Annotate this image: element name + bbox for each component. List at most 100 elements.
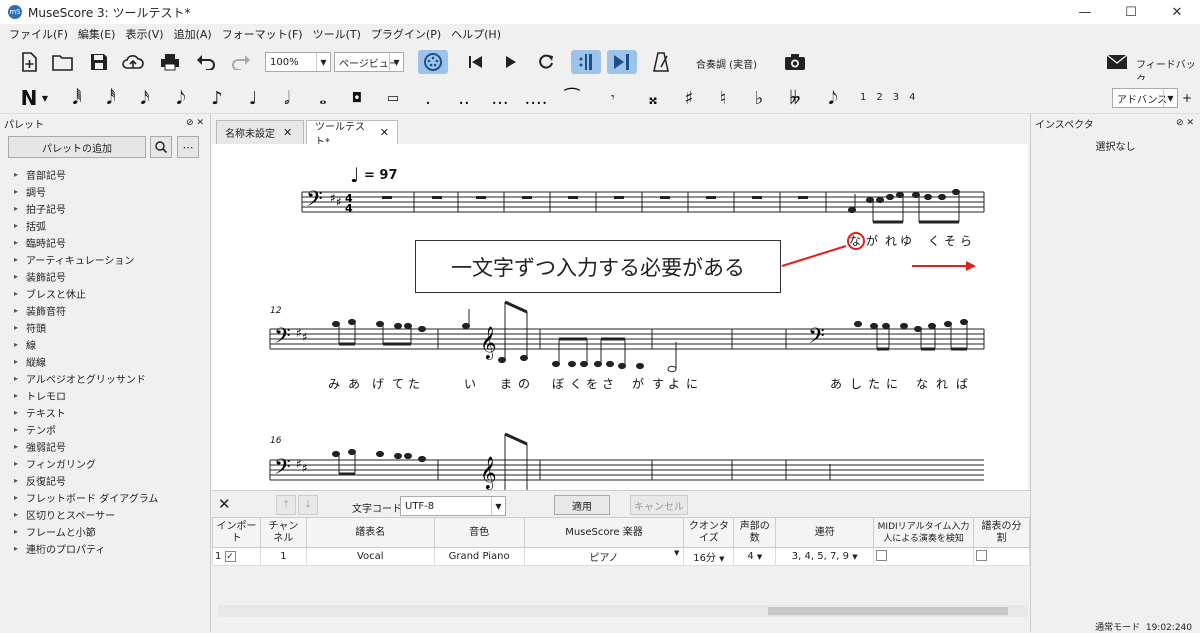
triple-dot-icon[interactable]: ... [487, 86, 513, 110]
note-half-icon[interactable]: 𝅗𝅥 [274, 86, 300, 110]
add-icon[interactable]: + [1178, 86, 1196, 110]
note-16th-icon[interactable]: 𝅘𝅥𝅯 [132, 86, 158, 110]
chevron-down-icon[interactable]: ▼ [38, 86, 52, 110]
voices-cell[interactable]: 4 ▼ [733, 547, 777, 566]
tuplets-cell[interactable]: 3, 4, 5, 7, 9 ▼ [775, 547, 875, 566]
zoom-select[interactable]: 100% ▼ [265, 52, 331, 72]
mail-icon[interactable] [1104, 50, 1130, 74]
menu-format[interactable]: フォーマット(F) [222, 26, 303, 42]
tab-tool-test[interactable]: ツールテスト* ✕ [306, 120, 398, 148]
double-dot-icon[interactable]: .. [451, 86, 477, 110]
palette-item[interactable]: ブレスと休止 [14, 285, 158, 302]
close-icon[interactable]: ✕ [380, 126, 389, 139]
palette-item[interactable]: 装飾記号 [14, 268, 158, 285]
more-options-icon[interactable]: ⋯ [177, 136, 199, 158]
menu-help[interactable]: ヘルプ(H) [451, 26, 501, 42]
tab-untitled[interactable]: 名称未設定 ✕ [216, 120, 304, 144]
column-header[interactable]: MIDIリアルタイム入力人による演奏を検知 [873, 517, 974, 548]
minimize-button[interactable]: — [1062, 0, 1108, 24]
column-header[interactable]: インポート [212, 517, 261, 548]
double-flat-icon[interactable]: 𝄫 [782, 86, 808, 110]
move-down-icon[interactable]: 🡓 [298, 495, 318, 515]
note-quarter-icon[interactable]: ♩ [240, 86, 266, 110]
voice-2-button[interactable]: 2 [876, 92, 882, 103]
lyric-syllable[interactable]: ば [956, 375, 968, 392]
metronome-icon[interactable] [648, 50, 674, 74]
palette-item[interactable]: フィンガリング [14, 455, 158, 472]
palette-item[interactable]: アーティキュレーション [14, 251, 158, 268]
maximize-button[interactable]: ☐ [1108, 0, 1154, 24]
lyric-syllable[interactable]: れ [885, 232, 897, 249]
horizontal-scrollbar[interactable] [218, 605, 1028, 617]
lyric-syllable[interactable]: が [632, 375, 644, 392]
loop-icon[interactable] [533, 50, 559, 74]
cloud-upload-icon[interactable] [120, 50, 146, 74]
concert-pitch-toggle[interactable]: 合奏調 (実音) [696, 56, 757, 71]
import-checkbox[interactable]: ✓ [224, 551, 236, 562]
lyric-syllable[interactable]: あ [830, 375, 842, 392]
save-icon[interactable] [86, 50, 112, 74]
voice-4-button[interactable]: 4 [909, 92, 915, 103]
palette-item[interactable]: 縦線 [14, 353, 158, 370]
palette-item[interactable]: 連桁のプロパティ [14, 540, 158, 557]
lyric-syllable[interactable]: み [328, 375, 340, 392]
note-32nd-icon[interactable]: 𝅘𝅥𝅰 [98, 86, 124, 110]
palette-item[interactable]: 拍子記号 [14, 200, 158, 217]
palette-item[interactable]: 区切りとスペーサー [14, 506, 158, 523]
palette-item[interactable]: 符頭 [14, 319, 158, 336]
open-folder-icon[interactable] [50, 50, 76, 74]
lyric-syllable[interactable]: の [518, 375, 530, 392]
lyric-syllable[interactable]: ゆ [900, 232, 912, 249]
staff-name-cell[interactable]: Vocal [305, 547, 435, 566]
move-up-icon[interactable]: 🡑 [276, 495, 296, 515]
play-repeats-icon[interactable] [571, 50, 601, 74]
column-header[interactable]: 譜表の分割 [972, 517, 1031, 548]
voice-flip-icon[interactable]: 𝅘𝅥𝅮 [820, 86, 846, 110]
charset-select[interactable]: UTF-8 ▼ [400, 496, 506, 516]
lyric-syllable[interactable]: さ [602, 375, 614, 392]
quad-dot-icon[interactable]: .... [523, 86, 549, 110]
note-eighth-alt-icon[interactable]: ♪ [204, 86, 230, 110]
lyric-syllable[interactable]: な [916, 375, 928, 392]
note-eighth-icon[interactable]: 𝅘𝅥𝅮 [168, 86, 194, 110]
voice-3-button[interactable]: 3 [893, 92, 899, 103]
lyric-syllable[interactable]: て [392, 375, 404, 392]
print-icon[interactable] [157, 50, 183, 74]
palette-item[interactable]: テキスト [14, 404, 158, 421]
menu-file[interactable]: ファイル(F) [9, 26, 68, 42]
palette-item[interactable]: 強弱記号 [14, 438, 158, 455]
voice-1-button[interactable]: 1 [860, 92, 866, 103]
scrollbar-thumb[interactable] [768, 607, 1008, 615]
lyric-syllable[interactable]: に [686, 375, 698, 392]
workspace-select[interactable]: アドバンス ▼ [1112, 88, 1178, 108]
lyric-syllable[interactable]: た [868, 375, 880, 392]
view-mode-select[interactable]: ページビュー ▼ [334, 52, 404, 72]
lyric-syllable[interactable]: ら [960, 232, 972, 249]
column-header[interactable]: 音色 [433, 517, 525, 548]
lyric-syllable[interactable]: そ [944, 232, 956, 249]
human-performance-checkbox[interactable] [876, 549, 888, 561]
natural-icon[interactable]: ♮ [710, 86, 736, 110]
add-palette-button[interactable]: パレットの追加 [8, 136, 146, 158]
column-header[interactable]: 譜表名 [305, 517, 435, 548]
quantize-cell[interactable]: 16分 ▼ [683, 547, 735, 566]
palette-item[interactable]: フレームと小節 [14, 523, 158, 540]
note-64th-icon[interactable]: 𝅘𝅥𝅱 [64, 86, 90, 110]
palette-item[interactable]: トレモロ [14, 387, 158, 404]
column-header[interactable]: MuseScore 楽器 [523, 517, 685, 548]
lyric-syllable[interactable]: ぼ [552, 375, 564, 392]
new-file-icon[interactable] [16, 50, 42, 74]
palette-item[interactable]: 線 [14, 336, 158, 353]
instrument-cell[interactable]: ピアノ ▼ [523, 547, 685, 566]
lyric-syllable[interactable]: れ [936, 375, 948, 392]
column-header[interactable]: クオンタイズ [683, 517, 735, 548]
apply-button[interactable]: 適用 [554, 495, 610, 515]
lyric-syllable[interactable]: す [652, 375, 664, 392]
tie-icon[interactable]: ⁀ [559, 86, 585, 110]
search-icon[interactable] [150, 136, 172, 158]
table-row[interactable]: 1 ✓ 1 Vocal Grand Piano ピアノ ▼ 16分 ▼ 4 ▼ 3… [212, 547, 1031, 566]
palette-item[interactable]: 反復記号 [14, 472, 158, 489]
rewind-icon[interactable] [463, 50, 489, 74]
palette-item[interactable]: 調号 [14, 183, 158, 200]
palette-item[interactable]: アルペジオとグリッサンド [14, 370, 158, 387]
